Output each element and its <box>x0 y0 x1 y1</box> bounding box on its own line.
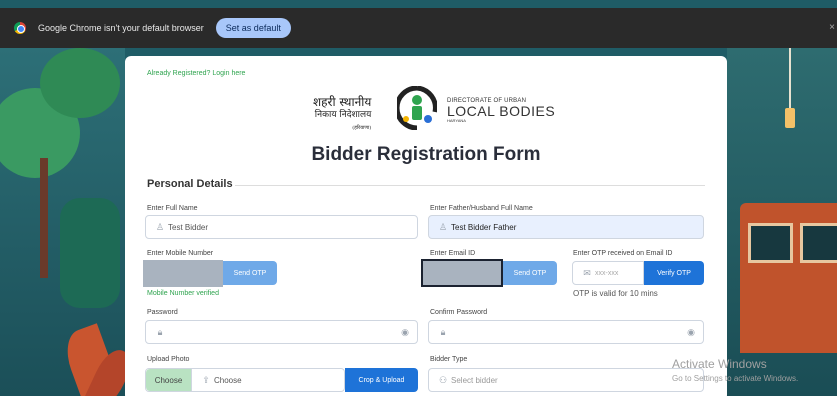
login-link[interactable]: Already Registered? Login here <box>147 70 245 77</box>
section-divider <box>235 185 705 186</box>
train-window <box>748 223 793 263</box>
upload-photo-field[interactable]: Choose ⇪ Choose <box>145 368 345 392</box>
full-name-label: Enter Full Name <box>147 205 198 212</box>
logo-hindi-line3: (हरियाणा) <box>352 125 372 131</box>
logo-hindi-line1: शहरी स्थानीय <box>313 95 372 109</box>
lamp-cord <box>789 48 791 108</box>
close-icon[interactable]: × <box>829 22 835 33</box>
mobile-send-otp-button[interactable]: Send OTP <box>223 261 277 285</box>
father-name-value: Test Bidder Father <box>451 222 517 232</box>
train-car <box>740 203 837 353</box>
bidder-type-select[interactable]: ⚇ Select bidder <box>428 368 704 392</box>
father-name-label: Enter Father/Husband Full Name <box>430 205 533 212</box>
envelope-icon: ✉ <box>583 267 591 278</box>
lock-icon: 🔒︎ <box>157 326 163 337</box>
confirm-password-label: Confirm Password <box>430 309 488 316</box>
logo-en-line2: LOCAL BODIES <box>447 103 556 119</box>
activate-windows-watermark: Activate Windows <box>672 357 767 371</box>
verify-otp-button[interactable]: Verify OTP <box>644 261 704 285</box>
logo-hindi-text: शहरी स्थानीय निकाय निदेशालय (हरियाणा) <box>313 96 371 135</box>
email-label: Enter Email ID <box>430 250 476 257</box>
building-shape <box>60 198 120 308</box>
lock-icon: 🔒︎ <box>440 326 446 337</box>
bidder-icon: ⚇ <box>438 374 448 385</box>
password-input[interactable]: 🔒︎ ◉ <box>145 320 418 344</box>
mobile-input[interactable] <box>143 260 223 287</box>
email-input[interactable] <box>421 259 503 287</box>
bidder-type-label: Bidder Type <box>430 356 468 363</box>
eye-icon[interactable]: ◉ <box>687 327 695 338</box>
email-otp-label: Enter OTP received on Email ID <box>573 250 673 257</box>
user-icon: ♙ <box>438 221 448 232</box>
bidder-type-placeholder: Select bidder <box>451 375 498 385</box>
lamp-icon <box>785 108 795 128</box>
upload-icon: ⇪ <box>202 374 210 385</box>
activate-windows-subtext: Go to Settings to activate Windows. <box>672 374 799 383</box>
choose-file-button[interactable]: Choose <box>146 369 192 391</box>
ulb-emblem-icon <box>397 86 437 130</box>
father-name-input[interactable]: ♙ Test Bidder Father <box>428 215 704 239</box>
chrome-icon <box>14 22 26 34</box>
otp-validity-note: OTP is valid for 10 mins <box>573 289 658 298</box>
email-send-otp-button[interactable]: Send OTP <box>503 261 557 285</box>
train-window <box>800 223 837 263</box>
registration-card: Already Registered? Login here शहरी स्था… <box>125 56 727 396</box>
form-title: Bidder Registration Form <box>311 144 541 165</box>
tree-canopy <box>40 48 120 118</box>
eye-icon[interactable]: ◉ <box>401 327 409 338</box>
default-browser-infobar: Google Chrome isn't your default browser… <box>0 8 837 48</box>
section-personal-details: Personal Details <box>147 178 233 190</box>
mobile-label: Enter Mobile Number <box>147 250 214 257</box>
logo-english-text: DIRECTORATE OF URBAN LOCAL BODIES HARYAN… <box>447 98 555 123</box>
logo-hindi-line2: निकाय निदेशालय <box>314 110 372 120</box>
password-label: Password <box>147 309 178 316</box>
infobar-text: Google Chrome isn't your default browser <box>38 23 204 33</box>
tree-trunk <box>40 158 48 278</box>
user-icon: ♙ <box>155 221 165 232</box>
choose-file-text: Choose <box>214 375 242 385</box>
email-otp-input[interactable]: ✉ xxx-xxx <box>572 261 644 285</box>
full-name-value: Test Bidder <box>168 222 209 232</box>
mobile-verified-status: Mobile Number verified <box>147 290 219 297</box>
crop-upload-button[interactable]: Crop & Upload <box>345 368 418 392</box>
confirm-password-input[interactable]: 🔒︎ ◉ <box>428 320 704 344</box>
full-name-input[interactable]: ♙ Test Bidder <box>145 215 418 239</box>
set-as-default-button[interactable]: Set as default <box>215 18 291 38</box>
email-otp-placeholder: xxx-xxx <box>595 269 619 277</box>
upload-photo-label: Upload Photo <box>147 356 190 363</box>
